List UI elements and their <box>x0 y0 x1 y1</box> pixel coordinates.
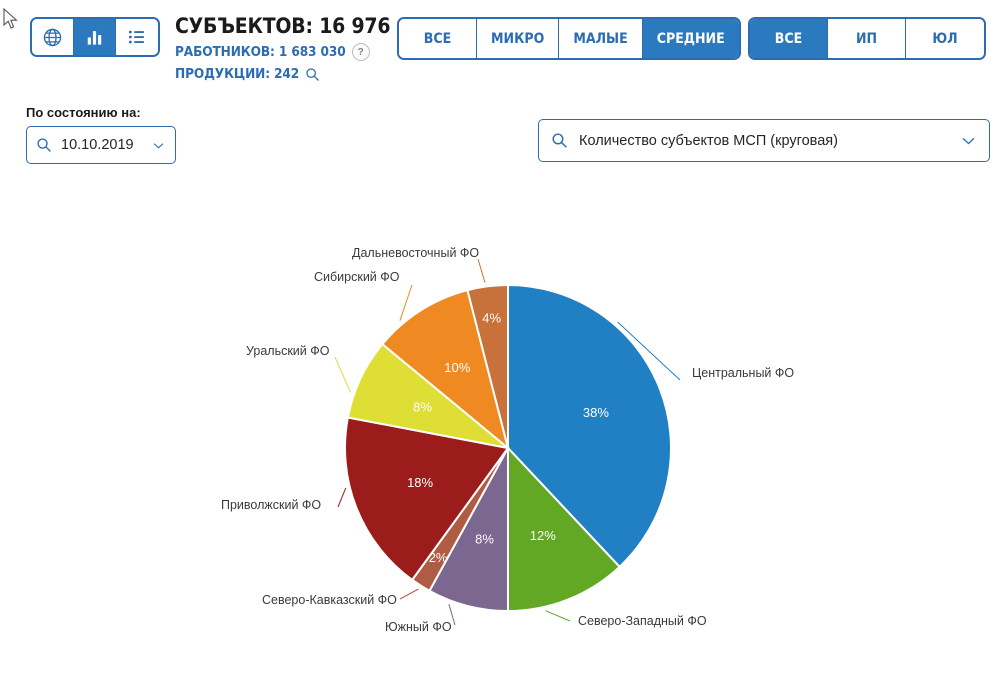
category-label: Центральный ФО <box>692 366 794 380</box>
size-filter-all[interactable]: ВСЕ <box>399 19 477 58</box>
search-icon <box>552 133 567 148</box>
leader-line <box>545 610 571 622</box>
date-picker[interactable]: 10.10.2019 <box>26 126 176 164</box>
chevron-down-icon[interactable] <box>960 132 977 149</box>
date-block: По состоянию на: 10.10.2019 <box>26 105 176 164</box>
category-label: Уральский ФО <box>246 344 330 358</box>
metric-select[interactable]: Количество субъектов МСП (круговая) <box>538 119 990 162</box>
slice-percent-label: 4% <box>482 311 501 326</box>
header-stats: СУБЪЕКТОВ: 16 976 РАБОТНИКОВ: 1 683 030 … <box>175 14 391 82</box>
view-mode-switcher[interactable] <box>30 17 160 57</box>
size-filter-medium[interactable]: СРЕДНИЕ <box>642 19 739 58</box>
form-filter-all[interactable]: ВСЕ <box>750 19 828 58</box>
leader-line <box>477 258 486 283</box>
category-label: Сибирский ФО <box>314 270 400 284</box>
search-icon[interactable] <box>305 67 320 82</box>
stat-subjects: СУБЪЕКТОВ: 16 976 <box>175 14 391 38</box>
view-mode-list[interactable] <box>116 19 158 55</box>
view-mode-map[interactable] <box>32 19 74 55</box>
category-label: Приволжский ФО <box>221 498 321 512</box>
leader-line <box>399 588 419 600</box>
slice-percent-label: 10% <box>444 360 470 375</box>
chevron-down-icon[interactable] <box>151 138 166 153</box>
stat-products-row: ПРОДУКЦИИ: 242 <box>175 66 385 82</box>
date-label: По состоянию на: <box>26 105 141 120</box>
stat-products: ПРОДУКЦИИ: 242 <box>175 66 300 82</box>
search-icon <box>37 138 51 152</box>
category-label: Северо-Кавказский ФО <box>262 593 397 607</box>
category-label: Северо-Западный ФО <box>578 614 707 628</box>
slice-percent-label: 2% <box>429 550 448 565</box>
form-filter-ul[interactable]: ЮЛ <box>906 19 984 58</box>
size-filter-small[interactable]: МАЛЫЕ <box>559 19 643 58</box>
mouse-cursor <box>3 8 18 29</box>
pie-chart: 38% 12% 8% 2% 18% 8% 10% 4% Центральный ФО Север… <box>0 185 999 678</box>
help-icon[interactable]: ? <box>351 43 370 61</box>
slice-percent-label: 8% <box>475 532 494 547</box>
date-value: 10.10.2019 <box>61 137 134 153</box>
category-label: Дальневосточный ФО <box>352 246 479 260</box>
size-filter[interactable]: ВСЕ МИКРО МАЛЫЕ СРЕДНИЕ <box>397 17 741 60</box>
view-mode-chart[interactable] <box>74 19 116 55</box>
form-filter-ip[interactable]: ИП <box>828 19 906 58</box>
leader-line <box>399 284 413 321</box>
globe-icon <box>43 28 62 46</box>
stat-workers-row: РАБОТНИКОВ: 1 683 030 ? <box>175 43 385 61</box>
leader-line <box>337 487 347 508</box>
form-filter[interactable]: ВСЕ ИП ЮЛ <box>748 17 986 60</box>
pie-chart-svg: 38% 12% 8% 2% 18% 8% 10% 4% Центральный ФО Север… <box>221 246 794 634</box>
slice-percent-label: 12% <box>530 528 556 543</box>
bar-chart-icon <box>87 30 102 45</box>
metric-value: Количество субъектов МСП (круговая) <box>579 132 838 149</box>
list-icon <box>128 30 145 44</box>
slice-percent-label: 38% <box>583 405 609 420</box>
pie-slices[interactable] <box>344 283 672 613</box>
slice-percent-label: 8% <box>413 400 432 415</box>
leader-line <box>334 356 351 393</box>
size-filter-micro[interactable]: МИКРО <box>477 19 560 58</box>
slice-percent-label: 18% <box>407 475 433 490</box>
category-label: Южный ФО <box>385 620 452 634</box>
stat-workers: РАБОТНИКОВ: 1 683 030 <box>175 44 346 60</box>
